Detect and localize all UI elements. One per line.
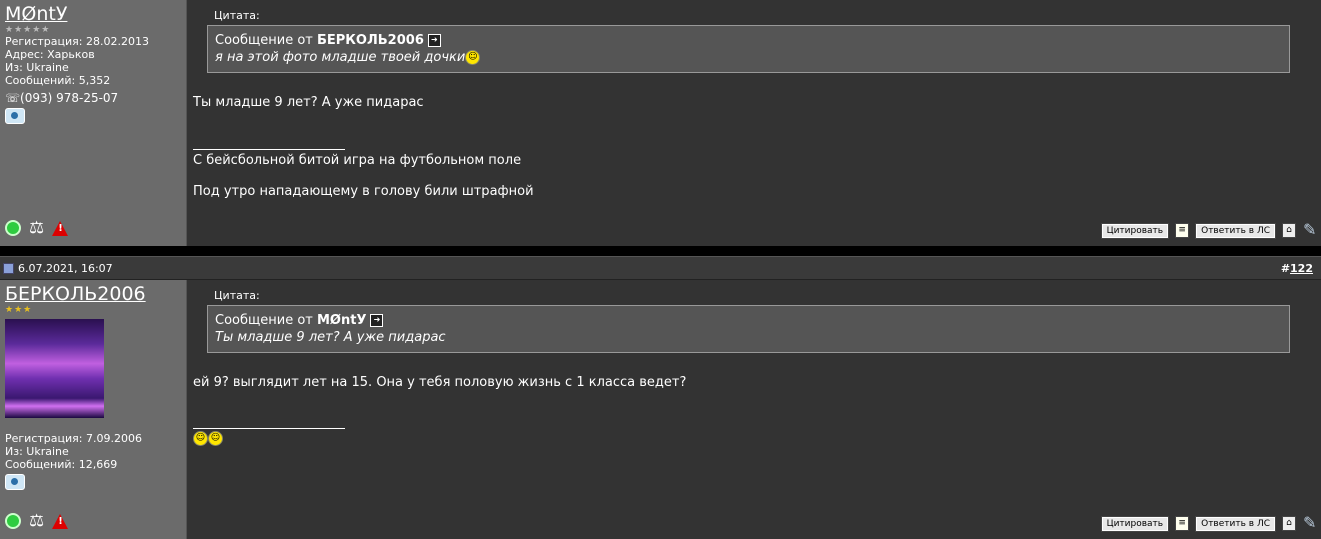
quote-box: Сообщение от БЕРКОЛЬ2006 ➜ я на этой фото… bbox=[207, 25, 1290, 73]
quote-button[interactable]: Цитировать bbox=[1100, 222, 1170, 239]
post-separator bbox=[0, 246, 1321, 256]
post-header: 6.07.2021, 16:07 #122 bbox=[0, 256, 1321, 280]
post-number-link[interactable]: 122 bbox=[1290, 262, 1313, 275]
user-action-icons: ⚖ bbox=[5, 220, 69, 237]
report-warning-icon[interactable] bbox=[52, 513, 69, 529]
message-count: Сообщений: 12,669 bbox=[5, 458, 118, 471]
goto-post-icon[interactable]: ➜ bbox=[370, 314, 384, 327]
post-date: 6.07.2021, 16:07 bbox=[0, 262, 113, 275]
online-status-icon bbox=[5, 220, 21, 236]
user-location: Из: Ukraine bbox=[5, 61, 69, 74]
avatar[interactable] bbox=[5, 319, 104, 418]
signature-divider bbox=[193, 428, 345, 429]
user-info: Регистрация: 28.02.2013 Адрес: Харьков И… bbox=[0, 35, 186, 87]
post-content: Цитата: Сообщение от MØntУ ➜ Ты младше 9 … bbox=[187, 280, 1321, 539]
signature-divider bbox=[193, 149, 345, 150]
post-content: Цитата: Сообщение от БЕРКОЛЬ2006 ➜ я на э… bbox=[187, 0, 1321, 246]
reputation-scales-icon[interactable]: ⚖ bbox=[29, 513, 44, 530]
user-info: Регистрация: 7.09.2006 Из: Ukraine Сообщ… bbox=[0, 432, 186, 471]
smile-icon: ☺ bbox=[193, 431, 208, 446]
user-location: Из: Ukraine bbox=[5, 445, 69, 458]
quote-author: БЕРКОЛЬ2006 bbox=[316, 33, 424, 48]
user-address: Адрес: Харьков bbox=[5, 48, 95, 61]
user-info-icon[interactable]: ✎ bbox=[1303, 515, 1316, 531]
signature-line-2: Под утро нападающему в голову били штраф… bbox=[193, 184, 534, 199]
post-2: БЕРКОЛЬ2006 ★★★ Регистрация: 7.09.2006 И… bbox=[0, 280, 1321, 539]
post-buttons: Цитировать ≡ Ответить в ЛС ⌂ ✎ bbox=[1100, 515, 1316, 532]
reply-icon[interactable]: ≡ bbox=[1175, 223, 1190, 238]
user-panel: БЕРКОЛЬ2006 ★★★ Регистрация: 7.09.2006 И… bbox=[0, 280, 187, 539]
message-text: Ты младше 9 лет? А уже пидарас bbox=[193, 95, 424, 110]
username-link[interactable]: MØntУ bbox=[0, 0, 186, 25]
signature-smiles: ☺ ☺ bbox=[187, 431, 1321, 446]
message-text: ей 9? выглядит лет на 15. Она у тебя пол… bbox=[193, 375, 687, 390]
quote-box: Сообщение от MØntУ ➜ Ты младше 9 лет? А у… bbox=[207, 305, 1290, 353]
registration-date: Регистрация: 28.02.2013 bbox=[5, 35, 149, 48]
album-icon[interactable] bbox=[5, 474, 25, 490]
quote-text: я на этой фото младше твоей дочки bbox=[215, 50, 466, 65]
home-icon[interactable]: ⌂ bbox=[1282, 516, 1296, 531]
quote-label: Цитата: bbox=[214, 9, 260, 22]
smile-icon: ☺ bbox=[208, 431, 223, 446]
report-warning-icon[interactable] bbox=[52, 220, 69, 236]
user-rank-stars: ★★★ bbox=[5, 305, 33, 315]
signature-line-1: С бейсбольной битой игра на футбольном п… bbox=[193, 153, 522, 168]
reply-icon[interactable]: ≡ bbox=[1175, 516, 1190, 531]
quote-prefix: Сообщение от bbox=[215, 313, 317, 328]
quote-text: Ты младше 9 лет? А уже пидарас bbox=[215, 330, 446, 345]
album-icon[interactable] bbox=[5, 108, 25, 124]
reputation-scales-icon[interactable]: ⚖ bbox=[29, 220, 44, 237]
post-1: MØntУ ★★★★★ Регистрация: 28.02.2013 Адре… bbox=[0, 0, 1321, 246]
post-number: #122 bbox=[1281, 262, 1321, 275]
quote-button[interactable]: Цитировать bbox=[1100, 515, 1170, 532]
reply-pm-button[interactable]: Ответить в ЛС bbox=[1195, 222, 1276, 239]
home-icon[interactable]: ⌂ bbox=[1282, 223, 1296, 238]
user-rank-stars: ★★★★★ bbox=[5, 25, 51, 35]
goto-post-icon[interactable]: ➜ bbox=[427, 34, 441, 47]
user-phone: ☏(093) 978-25-07 bbox=[5, 91, 119, 105]
smile-icon: ☺ bbox=[465, 50, 481, 65]
post-number-hash: # bbox=[1280, 261, 1291, 275]
quote-author: MØntУ bbox=[316, 313, 367, 328]
user-panel: MØntУ ★★★★★ Регистрация: 28.02.2013 Адре… bbox=[0, 0, 187, 246]
online-status-icon bbox=[5, 513, 21, 529]
user-action-icons: ⚖ bbox=[5, 513, 69, 530]
registration-date: Регистрация: 7.09.2006 bbox=[5, 432, 142, 445]
post-date-text: 6.07.2021, 16:07 bbox=[18, 261, 113, 275]
quote-prefix: Сообщение от bbox=[215, 33, 317, 48]
quote-label: Цитата: bbox=[214, 289, 260, 302]
username-link[interactable]: БЕРКОЛЬ2006 bbox=[0, 280, 186, 305]
post-buttons: Цитировать ≡ Ответить в ЛС ⌂ ✎ bbox=[1100, 222, 1316, 239]
message-count: Сообщений: 5,352 bbox=[5, 74, 111, 87]
user-info-icon[interactable]: ✎ bbox=[1303, 222, 1316, 238]
reply-pm-button[interactable]: Ответить в ЛС bbox=[1195, 515, 1276, 532]
post-status-icon bbox=[3, 262, 14, 274]
